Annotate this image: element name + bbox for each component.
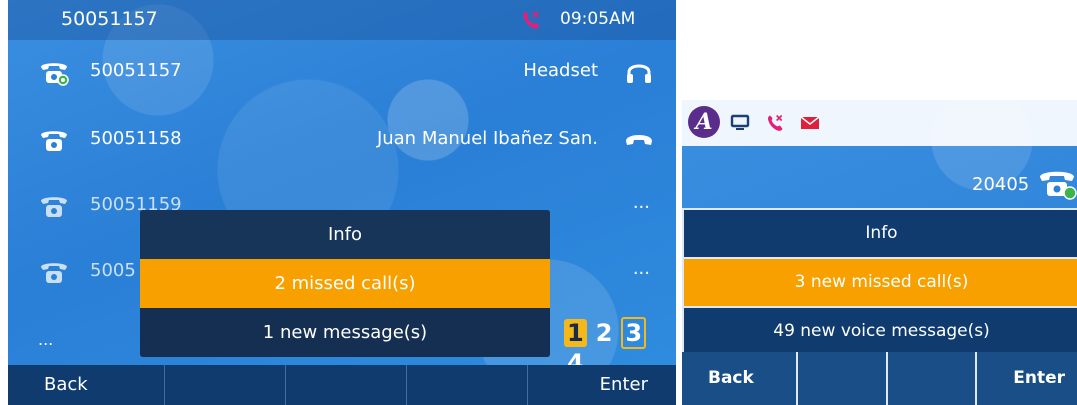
phone-registered-icon [1040, 171, 1077, 200]
more-dots: ... [632, 258, 650, 279]
extension-number: 20405 [972, 174, 1030, 195]
softkey-3[interactable] [888, 352, 978, 405]
page-indicator: 1 2 34 [564, 317, 676, 377]
more-dots: ... [632, 192, 650, 213]
phone-icon [41, 131, 67, 151]
line-label: Juan Manuel Ibañez San. [376, 128, 598, 149]
enter-softkey[interactable]: Enter [977, 352, 1077, 405]
logo-icon: A [688, 106, 720, 138]
dialog-item-messages[interactable]: 1 new message(s) [140, 308, 550, 357]
status-time: 09:05AM [560, 9, 636, 29]
dialog-title: Info [684, 210, 1077, 259]
softkey-3[interactable] [286, 365, 407, 405]
info-dialog: Info 3 new missed call(s) 49 new voice m… [682, 208, 1077, 362]
status-extension: 50051157 [61, 8, 158, 30]
enter-softkey[interactable]: Enter [528, 365, 676, 405]
left-phone-screen: 50051157 09:05AM 50051157 Headset 500511… [8, 0, 676, 405]
phone-registered-icon [41, 63, 69, 86]
status-bar: 50051157 09:05AM [8, 0, 676, 40]
softkey-2[interactable] [165, 365, 286, 405]
phone-icon [41, 263, 67, 283]
back-softkey[interactable]: Back [682, 352, 798, 405]
softkey-bar: Back Enter [8, 365, 676, 405]
line-number: 50051158 [90, 128, 182, 149]
missed-call-icon [523, 11, 540, 29]
missed-call-icon [768, 114, 783, 131]
back-softkey[interactable]: Back [8, 365, 165, 405]
softkey-2[interactable] [798, 352, 888, 405]
page-1[interactable]: 1 [564, 319, 587, 347]
dialog-item-voice-messages[interactable]: 49 new voice message(s) [684, 308, 1077, 357]
status-icons [730, 112, 830, 134]
page-2[interactable]: 2 [593, 319, 616, 347]
line-number: 50051157 [90, 60, 182, 81]
dialog-title: Info [140, 210, 550, 259]
handset-icon [626, 135, 652, 145]
dialog-item-missed-calls[interactable]: 2 missed call(s) [140, 259, 550, 308]
phone-icon [41, 197, 67, 217]
headset-icon [627, 64, 651, 83]
softkey-bar: Back Enter [682, 352, 1077, 405]
softkey-4[interactable] [407, 365, 528, 405]
line-number: 5005 [90, 260, 136, 281]
line-label: Headset [523, 60, 598, 81]
line-key-1[interactable]: 50051157 Headset [8, 42, 676, 102]
info-dialog: Info 2 missed call(s) 1 new message(s) [140, 210, 550, 357]
page-3[interactable]: 3 [621, 317, 647, 349]
right-phone-screen: A 20405 Info 3 new missed call(s) 49 new… [682, 100, 1077, 405]
line-key-2[interactable]: 50051158 Juan Manuel Ibañez San. [8, 110, 676, 170]
dialog-item-missed-calls[interactable]: 3 new missed call(s) [684, 259, 1077, 308]
more-lines-indicator[interactable]: ... [38, 330, 53, 349]
monitor-icon [730, 114, 750, 130]
status-bar: A [682, 100, 1077, 146]
mail-icon [800, 115, 820, 129]
